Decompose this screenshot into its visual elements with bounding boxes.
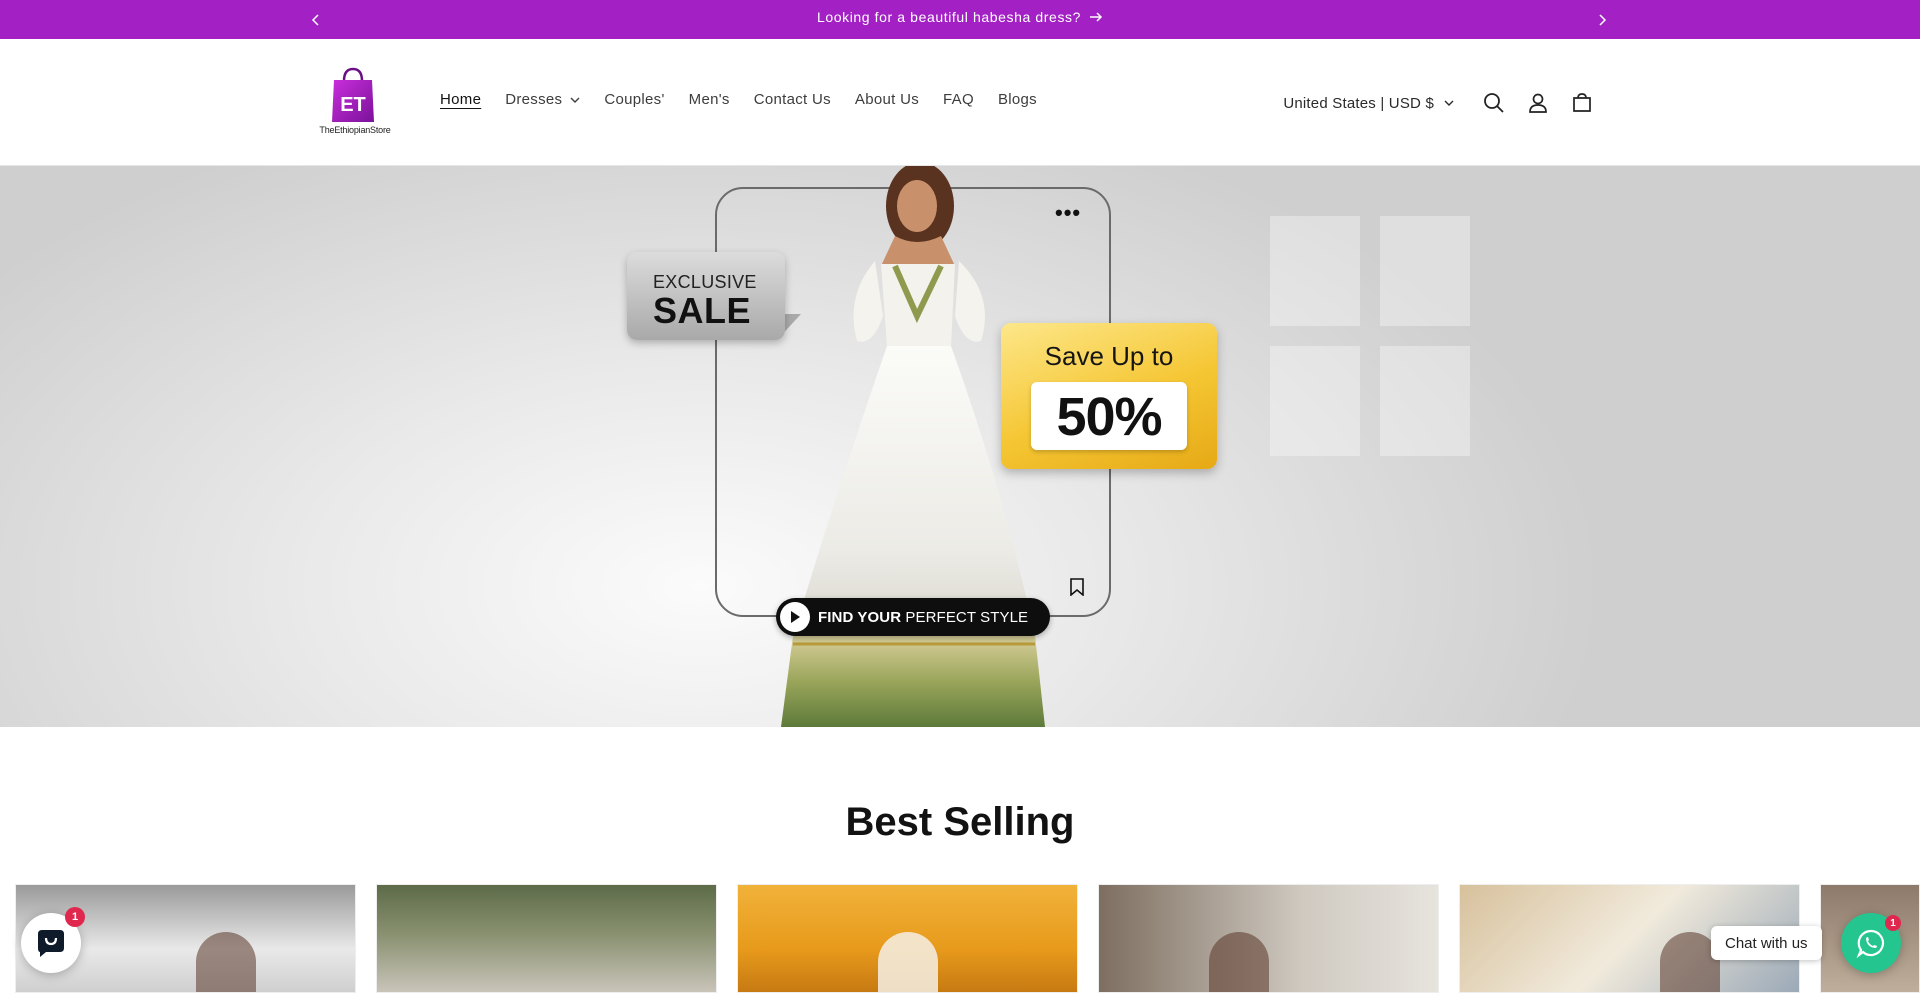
- nav-couples[interactable]: Couples': [604, 91, 664, 108]
- product-card[interactable]: [1098, 884, 1439, 993]
- main-nav: Home Dresses Couples' Men's Contact Us A…: [440, 91, 1061, 108]
- nav-about-us[interactable]: About Us: [855, 91, 919, 108]
- announcement-message[interactable]: Looking for a beautiful habesha dress?: [0, 9, 1920, 25]
- shop-chat-button[interactable]: 1: [21, 907, 85, 973]
- product-image: [196, 932, 256, 992]
- chevron-down-icon: [570, 97, 580, 103]
- chevron-down-icon: [1444, 100, 1454, 106]
- find-style-label: FIND YOUR PERFECT STYLE: [818, 609, 1028, 626]
- logo-mark: ET: [340, 94, 366, 116]
- account-icon: [1529, 93, 1547, 113]
- announcement-next-button[interactable]: [1590, 8, 1614, 32]
- product-image: [878, 932, 938, 992]
- whatsapp-badge: 1: [1885, 915, 1901, 931]
- search-button[interactable]: [1472, 81, 1516, 125]
- best-selling-heading: Best Selling: [845, 800, 1075, 844]
- nav-dresses[interactable]: Dresses: [505, 91, 580, 108]
- site-header: ET TheEthiopianStore Home Dresses Couple…: [0, 39, 1920, 166]
- cart-icon: [1573, 93, 1591, 112]
- announcement-text: Looking for a beautiful habesha dress?: [816, 9, 1082, 25]
- exclusive-sale-badge: EXCLUSIVE SALE: [627, 252, 803, 348]
- product-card[interactable]: [737, 884, 1078, 993]
- chevron-right-icon: [1599, 14, 1607, 26]
- store-logo[interactable]: ET TheEthiopianStore: [314, 67, 396, 141]
- locale-label: United States | USD $: [1283, 94, 1434, 112]
- more-options-icon: •••: [1055, 200, 1082, 225]
- discount-value: 50%: [1056, 387, 1162, 447]
- logo-text: TheEthiopianStore: [319, 125, 391, 135]
- account-button[interactable]: [1516, 81, 1560, 125]
- arrow-right-icon: [1090, 12, 1103, 22]
- nav-faq[interactable]: FAQ: [943, 91, 974, 108]
- window-light-decoration: [1270, 216, 1470, 456]
- sale-line-2: SALE: [653, 290, 752, 331]
- announcement-bar: Looking for a beautiful habesha dress?: [0, 0, 1920, 39]
- cart-button[interactable]: [1560, 81, 1604, 125]
- search-icon: [1484, 93, 1504, 113]
- nav-mens[interactable]: Men's: [689, 91, 730, 108]
- hero-banner[interactable]: ••• EXCLUSIVE SALE Save Up to 50% FIND Y…: [0, 166, 1920, 727]
- nav-blogs[interactable]: Blogs: [998, 91, 1037, 108]
- whatsapp-button[interactable]: 1: [1841, 913, 1901, 973]
- find-style-button[interactable]: FIND YOUR PERFECT STYLE: [776, 598, 1050, 636]
- discount-card: Save Up to 50%: [1001, 323, 1217, 469]
- product-image: [527, 932, 587, 992]
- nav-contact-us[interactable]: Contact Us: [754, 91, 831, 108]
- cta-bold-text: FIND YOUR: [818, 608, 902, 626]
- product-card[interactable]: [376, 884, 717, 993]
- play-icon: [780, 602, 810, 632]
- whatsapp-chat-label[interactable]: Chat with us: [1711, 926, 1822, 960]
- whatsapp-icon: [1856, 929, 1885, 958]
- announcement-link[interactable]: Looking for a beautiful habesha dress?: [817, 9, 1103, 25]
- discount-caption: Save Up to: [1044, 341, 1174, 371]
- nav-home[interactable]: Home: [440, 91, 481, 108]
- bookmark-icon: [1070, 578, 1084, 596]
- discount-value-box: 50%: [1031, 382, 1187, 450]
- shopping-bag-logo-icon: ET: [332, 67, 374, 122]
- cta-rest-text: PERFECT STYLE: [901, 608, 1029, 626]
- shop-chat-badge: 1: [65, 907, 85, 927]
- product-carousel: [15, 884, 1920, 993]
- header-actions: United States | USD $: [1283, 81, 1604, 125]
- country-currency-selector[interactable]: United States | USD $: [1283, 95, 1454, 112]
- nav-dresses-label: Dresses: [505, 91, 563, 108]
- product-image: [1209, 932, 1269, 992]
- chat-bag-icon: [38, 930, 64, 957]
